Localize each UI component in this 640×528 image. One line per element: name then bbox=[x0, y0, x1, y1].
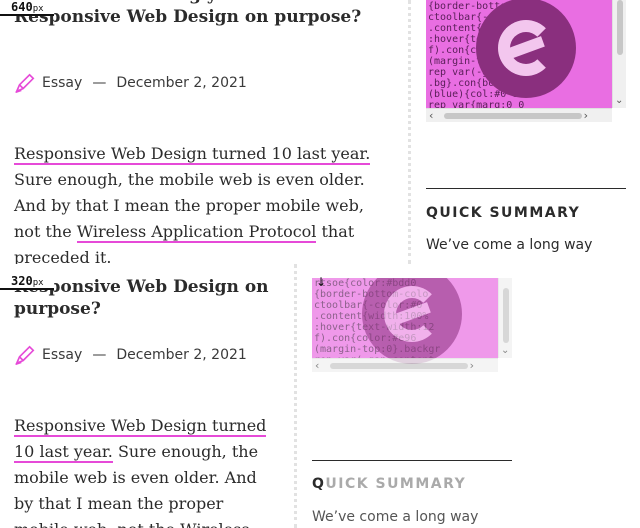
column-divider bbox=[294, 264, 297, 528]
sidebar-rule bbox=[312, 460, 512, 461]
quick-summary-text: We’ve come a long way bbox=[312, 509, 479, 525]
heading-rest: UICK SUMMARY bbox=[325, 476, 467, 492]
pen-icon bbox=[15, 345, 35, 365]
scrollbar-thumb[interactable] bbox=[330, 363, 468, 369]
scroll-right-icon[interactable]: › bbox=[470, 359, 474, 372]
width-unit: px bbox=[32, 278, 44, 288]
article-meta: Essay — December 2, 2021 bbox=[14, 344, 247, 366]
width-value: 320 bbox=[11, 274, 33, 288]
width-value: 640 bbox=[11, 0, 33, 14]
quick-summary-text: We’ve come a long way bbox=[426, 237, 593, 253]
article-intro: Responsive Web Design turned 10 last yea… bbox=[14, 141, 384, 264]
publish-date: December 2, 2021 bbox=[116, 347, 247, 363]
scroll-right-icon[interactable]: › bbox=[584, 109, 588, 122]
horizontal-scrollbar[interactable]: ‹ › bbox=[426, 108, 612, 122]
heading-first-letter: Q bbox=[312, 476, 326, 492]
mouse-cursor-icon: ↓ bbox=[316, 275, 327, 289]
rwd-link[interactable]: Responsive Web Design turned 10 last yea… bbox=[14, 144, 371, 165]
meta-separator: — bbox=[92, 347, 107, 363]
scroll-down-icon[interactable]: ⌄ bbox=[501, 344, 509, 358]
pen-icon bbox=[15, 73, 35, 93]
viewport-width-label: 640px bbox=[0, 0, 54, 16]
scrollbar-thumb-vertical[interactable] bbox=[503, 288, 509, 343]
category-link[interactable]: Essay bbox=[42, 347, 82, 363]
wap-link[interactable]: Wireless Application Protocol bbox=[76, 222, 317, 243]
quick-summary-heading: QUICK SUMMARY bbox=[426, 205, 581, 221]
quick-summary-heading: QUICK SUMMARY bbox=[312, 476, 466, 492]
scrollbar-thumb-vertical[interactable] bbox=[617, 0, 623, 55]
article-thumbnail[interactable]: rtsoe{color:#bdd0 {border-bottom-colo ct… bbox=[312, 278, 512, 372]
column-divider bbox=[408, 0, 411, 264]
category-link[interactable]: Essay bbox=[42, 75, 82, 91]
publish-date: December 2, 2021 bbox=[116, 75, 247, 91]
viewport-width-label: 320px bbox=[0, 274, 54, 290]
sidebar-rule bbox=[426, 188, 626, 189]
viewport-320-panel: Responsive Web Design on purpose? Essay … bbox=[0, 264, 640, 528]
article-title[interactable]: How about undoing years of Responsive We… bbox=[14, 0, 384, 28]
scroll-left-icon[interactable]: ‹ bbox=[429, 109, 433, 122]
scroll-left-icon[interactable]: ‹ bbox=[315, 359, 319, 372]
vertical-scrollbar[interactable]: ⌄ bbox=[498, 278, 512, 358]
article-meta: Essay — December 2, 2021 bbox=[14, 72, 247, 94]
article-intro: Responsive Web Design turned 10 last yea… bbox=[14, 413, 276, 528]
scrollbar-thumb[interactable] bbox=[444, 113, 582, 119]
width-unit: px bbox=[32, 4, 44, 14]
scroll-down-icon[interactable]: ⌄ bbox=[615, 94, 623, 108]
horizontal-scrollbar[interactable]: ‹ › bbox=[312, 358, 498, 372]
viewport-640-panel: How about undoing years of Responsive We… bbox=[0, 0, 640, 264]
article-thumbnail[interactable]: rtsoe{color:#bdd0 {border-bottom-colo ct… bbox=[426, 0, 626, 122]
smashing-logo-icon bbox=[476, 0, 576, 98]
meta-separator: — bbox=[92, 75, 107, 91]
vertical-scrollbar[interactable]: ⌄ bbox=[612, 0, 626, 108]
